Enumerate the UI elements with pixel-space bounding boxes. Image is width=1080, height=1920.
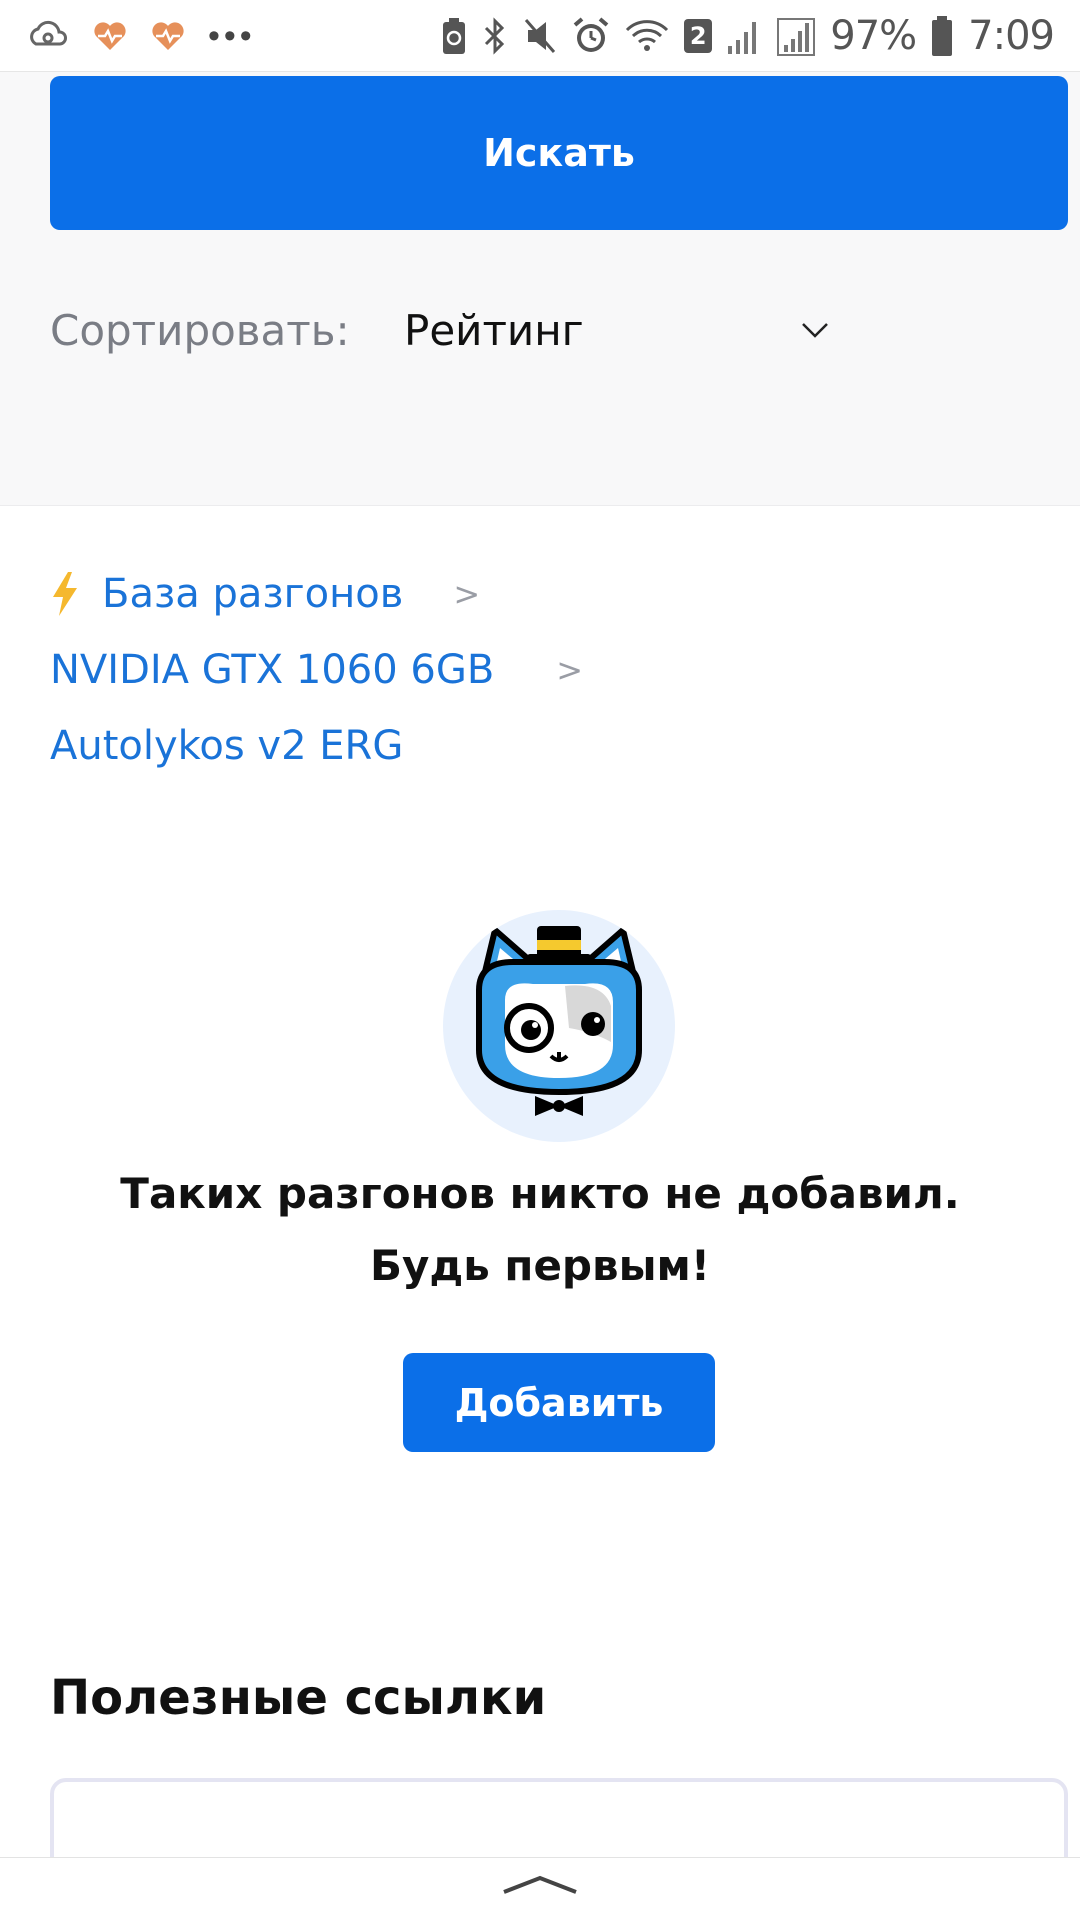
battery-icon xyxy=(930,15,954,57)
sort-label: Сортировать: xyxy=(50,305,350,355)
status-bar: ••• 2 97% 7:09 xyxy=(0,0,1080,72)
cat-mascot-illustration xyxy=(443,910,675,1142)
breadcrumb: База разгонов > NVIDIA GTX 1060 6GB > Au… xyxy=(50,556,583,784)
empty-state-message: Таких разгонов никто не добавил. Будь пе… xyxy=(120,1169,960,1290)
breadcrumb-separator: > xyxy=(556,651,584,689)
breadcrumb-separator: > xyxy=(453,575,481,613)
search-button[interactable]: Искать xyxy=(50,76,1068,230)
chevron-up-icon[interactable] xyxy=(500,1864,580,1904)
bluetooth-icon xyxy=(482,16,508,56)
sim-badge: 2 xyxy=(684,18,713,53)
sort-value: Рейтинг xyxy=(404,305,584,355)
signal-icon xyxy=(726,16,762,56)
more-dots-icon: ••• xyxy=(208,16,256,55)
cloud-sync-icon xyxy=(26,18,70,54)
add-overclock-button[interactable]: Добавить xyxy=(403,1353,715,1452)
battery-saver-icon xyxy=(440,16,468,56)
chevron-down-icon xyxy=(800,314,830,349)
battery-percent: 97% xyxy=(830,12,917,59)
useful-links-title: Полезные ссылки xyxy=(50,1670,547,1726)
sort-row: Сортировать: Рейтинг xyxy=(50,290,830,370)
lightning-icon xyxy=(50,571,80,617)
breadcrumb-current-algorithm[interactable]: Autolykos v2 ERG xyxy=(50,723,403,769)
clock: 7:09 xyxy=(968,12,1055,59)
signal-icon xyxy=(776,15,816,57)
sort-select[interactable]: Рейтинг xyxy=(404,290,830,370)
breadcrumb-link-base[interactable]: База разгонов xyxy=(102,571,403,617)
mute-icon xyxy=(522,16,558,56)
heart-rate-icon xyxy=(150,20,186,52)
heart-rate-icon xyxy=(92,20,128,52)
bottom-navigation-bar xyxy=(0,1857,1080,1920)
wifi-icon xyxy=(624,16,670,56)
filter-panel: Искать Сортировать: Рейтинг xyxy=(0,72,1080,506)
breadcrumb-link-gpu[interactable]: NVIDIA GTX 1060 6GB xyxy=(50,647,494,693)
alarm-icon xyxy=(572,16,610,56)
